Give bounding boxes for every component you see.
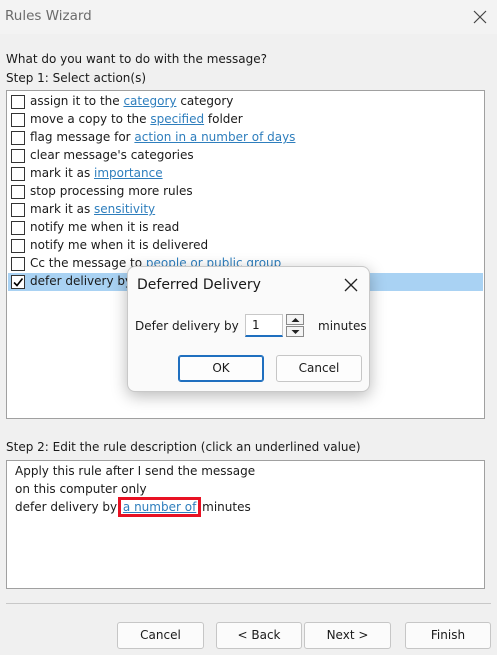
units-label: minutes	[318, 319, 367, 333]
action-item[interactable]: notify me when it is read	[8, 219, 483, 237]
action-label: move a copy to the specified folder	[30, 112, 243, 126]
checkbox[interactable]	[11, 185, 25, 199]
checkmark-icon	[13, 278, 24, 287]
deferred-delivery-dialog: Deferred Delivery Defer delivery by minu…	[127, 266, 370, 392]
action-item[interactable]: clear message's categories	[8, 147, 483, 165]
action-link[interactable]: action in a number of days	[134, 130, 295, 144]
number-of-minutes-link[interactable]: a number of	[117, 497, 202, 517]
step1-label: Step 1: Select action(s)	[6, 71, 147, 85]
title-bar: Rules Wizard	[0, 0, 497, 34]
action-text: folder	[204, 112, 243, 126]
description-text: defer delivery by	[15, 500, 118, 514]
action-text: mark it as	[30, 202, 95, 216]
separator	[6, 603, 491, 604]
finish-button[interactable]: Finish	[405, 622, 491, 649]
action-item[interactable]: mark it as importance	[8, 165, 483, 183]
dialog-cancel-button[interactable]: Cancel	[276, 355, 362, 382]
checkbox[interactable]	[11, 275, 25, 289]
action-text: assign it to the	[30, 94, 124, 108]
action-text: notify me when it is read	[30, 220, 180, 234]
action-label: clear message's categories	[30, 148, 194, 162]
back-button[interactable]: < Back	[216, 622, 302, 649]
action-label: mark it as sensitivity	[30, 202, 155, 216]
action-text: notify me when it is delivered	[30, 238, 209, 252]
description-text: minutes	[202, 500, 251, 514]
checkbox[interactable]	[11, 113, 25, 127]
close-icon[interactable]	[343, 277, 359, 293]
chevron-down-icon	[291, 330, 300, 334]
checkbox[interactable]	[11, 167, 25, 181]
action-text: clear message's categories	[30, 148, 194, 162]
dialog-title: Deferred Delivery	[137, 277, 261, 293]
checkbox[interactable]	[11, 149, 25, 163]
spin-down-button[interactable]	[286, 326, 304, 337]
description-line: Apply this rule after I send the message	[15, 464, 256, 478]
next-button[interactable]: Next >	[304, 622, 391, 649]
checkbox[interactable]	[11, 95, 25, 109]
ok-button[interactable]: OK	[178, 355, 264, 382]
action-label: mark it as importance	[30, 166, 163, 180]
minutes-spinner	[286, 314, 305, 337]
prompt-text: What do you want to do with the message?	[6, 52, 267, 66]
action-link[interactable]: sensitivity	[94, 202, 155, 216]
action-label: flag message for action in a number of d…	[30, 130, 295, 144]
action-text: mark it as	[30, 166, 95, 180]
action-label: assign it to the category category	[30, 94, 233, 108]
action-text: flag message for	[30, 130, 135, 144]
checkbox[interactable]	[11, 239, 25, 253]
action-label: notify me when it is delivered	[30, 238, 208, 252]
minutes-input[interactable]	[245, 314, 283, 337]
action-link[interactable]: specified	[150, 112, 204, 126]
action-label: stop processing more rules	[30, 184, 193, 198]
action-item[interactable]: mark it as sensitivity	[8, 201, 483, 219]
description-line: defer delivery by a number of minutes	[15, 497, 251, 517]
checkbox[interactable]	[11, 257, 25, 271]
chevron-up-icon	[291, 318, 300, 322]
description-line: on this computer only	[15, 482, 147, 496]
action-item[interactable]: stop processing more rules	[8, 183, 483, 201]
action-text: defer delivery by	[30, 274, 136, 288]
action-text: category	[176, 94, 234, 108]
defer-label: Defer delivery by	[135, 319, 239, 333]
action-label: notify me when it is read	[30, 220, 179, 234]
action-item[interactable]: assign it to the category category	[8, 93, 483, 111]
action-item[interactable]: move a copy to the specified folder	[8, 111, 483, 129]
checkbox[interactable]	[11, 203, 25, 217]
action-item[interactable]: notify me when it is delivered	[8, 237, 483, 255]
spin-up-button[interactable]	[286, 314, 304, 325]
checkbox[interactable]	[11, 221, 25, 235]
action-link[interactable]: importance	[94, 166, 163, 180]
action-link[interactable]: category	[123, 94, 176, 108]
rule-description-box: Apply this rule after I send the message…	[6, 460, 485, 589]
action-item[interactable]: flag message for action in a number of d…	[8, 129, 483, 147]
close-icon[interactable]	[469, 6, 491, 28]
window-title: Rules Wizard	[5, 8, 92, 24]
action-text: stop processing more rules	[30, 184, 193, 198]
cancel-button[interactable]: Cancel	[117, 622, 204, 649]
step2-label: Step 2: Edit the rule description (click…	[6, 440, 361, 454]
checkbox[interactable]	[11, 131, 25, 145]
action-text: move a copy to the	[30, 112, 151, 126]
